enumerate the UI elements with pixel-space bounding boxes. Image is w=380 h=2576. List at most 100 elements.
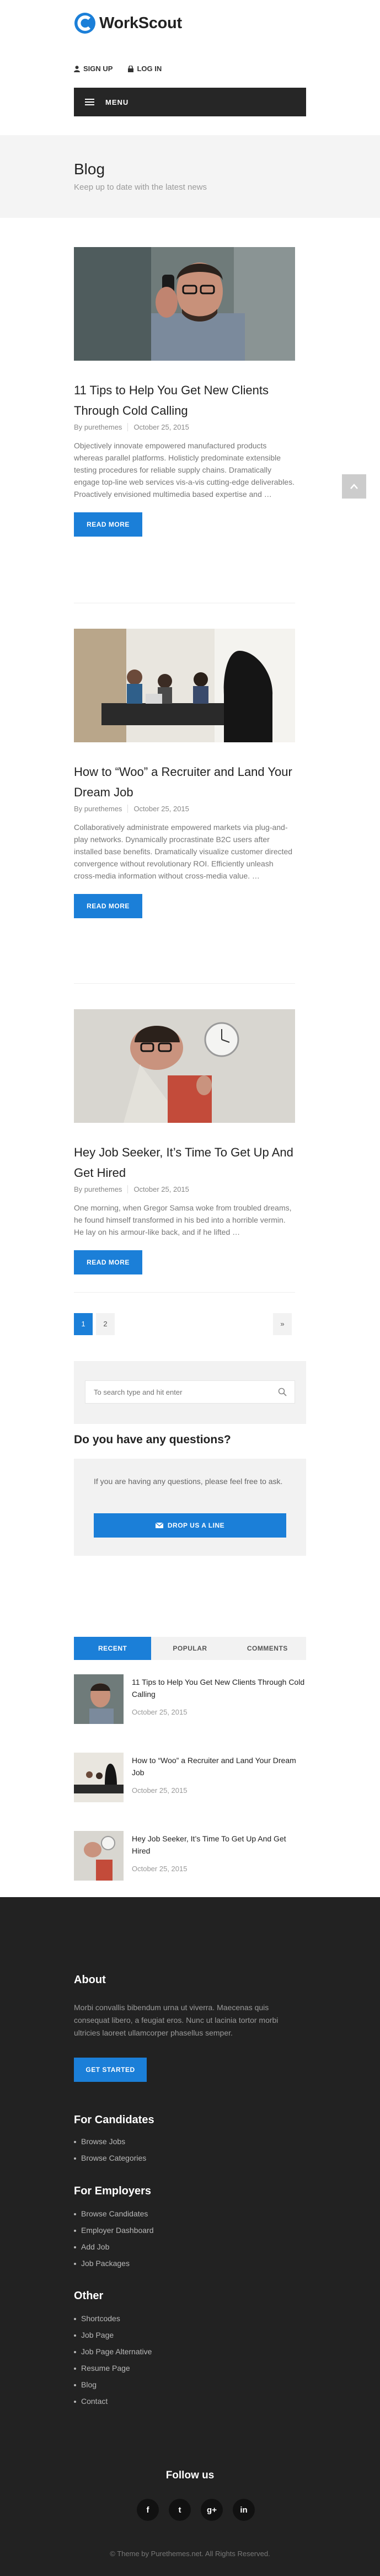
post-excerpt: Collaboratively administrate empowered m… (74, 823, 293, 880)
footer-other-list: Shortcodes Job Page Job Page Alternative… (74, 2310, 152, 2409)
lock-icon (128, 65, 134, 72)
recent-post-date: October 25, 2015 (132, 1708, 188, 1716)
pagination: 1 2 » (74, 1313, 295, 1335)
post-meta: By purethemes October 25, 2015 (74, 423, 295, 431)
social-links: f t g+ in (137, 2499, 255, 2521)
post-image[interactable] (74, 629, 295, 742)
facebook-icon[interactable]: f (137, 2499, 159, 2521)
page-title: Blog (74, 160, 105, 178)
footer-link[interactable]: Shortcodes (74, 2310, 152, 2327)
envelope-icon (155, 1523, 163, 1528)
post-excerpt: One morning, when Gregor Samsa woke from… (74, 1203, 292, 1236)
footer-link[interactable]: Resume Page (74, 2360, 152, 2376)
recent-post-item[interactable]: How to “Woo” a Recruiter and Land Your D… (74, 1753, 306, 1802)
post-title[interactable]: 11 Tips to Help You Get New Clients Thro… (74, 380, 295, 421)
recent-post-thumbnail[interactable] (74, 1831, 124, 1881)
logo[interactable]: WorkScout (74, 12, 182, 34)
post-image[interactable] (74, 247, 295, 361)
follow-us-heading: Follow us (165, 2470, 215, 2481)
questions-heading: Do you have any questions? (74, 1433, 231, 1446)
footer-link[interactable]: Browse Categories (74, 2150, 146, 2166)
search-icon[interactable] (278, 1388, 287, 1396)
footer-candidates-heading: For Candidates (74, 2114, 154, 2126)
log-in-link[interactable]: LOG IN (128, 65, 162, 73)
post-author[interactable]: By purethemes (74, 1185, 122, 1193)
recent-post-thumbnail[interactable] (74, 1674, 124, 1724)
recent-post-date: October 25, 2015 (132, 1786, 188, 1795)
post-date: October 25, 2015 (133, 423, 189, 431)
search-input[interactable] (85, 1380, 295, 1404)
footer-about-text: Morbi convallis bibendum urna ut viverra… (74, 2003, 279, 2037)
page-title-bar: Blog Keep up to date with the latest new… (0, 135, 380, 218)
site-header: WorkScout SIGN UP LOG IN MENU (0, 0, 380, 127)
recent-post-title[interactable]: How to “Woo” a Recruiter and Land Your D… (132, 1754, 306, 1779)
linkedin-icon[interactable]: in (233, 2499, 255, 2521)
footer-employers-heading: For Employers (74, 2185, 152, 2197)
page-2-button[interactable]: 2 (96, 1313, 115, 1335)
blog-post: Hey Job Seeker, It’s Time To Get Up And … (74, 1009, 295, 1274)
post-title[interactable]: Hey Job Seeker, It’s Time To Get Up And … (74, 1142, 295, 1183)
post-excerpt: Objectively innovate empowered manufactu… (74, 441, 295, 499)
footer-link[interactable]: Job Packages (74, 2255, 154, 2272)
chevron-up-icon (350, 484, 358, 489)
drop-us-a-line-button[interactable]: DROP US A LINE (94, 1513, 286, 1538)
footer-link[interactable]: Employer Dashboard (74, 2222, 154, 2238)
footer-link[interactable]: Contact (74, 2393, 152, 2409)
hamburger-icon (85, 99, 94, 105)
drop-us-a-line-label: DROP US A LINE (167, 1522, 225, 1529)
tab-comments[interactable]: COMMENTS (228, 1637, 306, 1660)
footer-link[interactable]: Blog (74, 2376, 152, 2393)
footer-link[interactable]: Browse Candidates (74, 2205, 154, 2222)
recent-post-title[interactable]: Hey Job Seeker, It’s Time To Get Up And … (132, 1833, 306, 1857)
footer-link[interactable]: Browse Jobs (74, 2133, 146, 2150)
logo-icon (74, 12, 96, 34)
scroll-to-top-button[interactable] (342, 474, 366, 499)
page-1-button[interactable]: 1 (74, 1313, 93, 1335)
page-subtitle: Keep up to date with the latest news (74, 183, 207, 192)
read-more-button[interactable]: READ MORE (74, 512, 142, 537)
user-icon (74, 65, 80, 72)
footer-link[interactable]: Job Page (74, 2327, 152, 2343)
blog-post: 11 Tips to Help You Get New Clients Thro… (74, 247, 295, 537)
copyright-text: © Theme by Purethemes.net. All Rights Re… (110, 2550, 270, 2558)
next-page-button[interactable]: » (273, 1313, 292, 1335)
post-meta: By purethemes October 25, 2015 (74, 805, 295, 813)
posts-tabs: RECENT POPULAR COMMENTS (74, 1637, 306, 1660)
sign-up-label: SIGN UP (83, 65, 113, 73)
menu-toggle[interactable]: MENU (74, 88, 306, 116)
tab-popular[interactable]: POPULAR (151, 1637, 229, 1660)
post-divider (74, 1292, 295, 1293)
recent-post-item[interactable]: 11 Tips to Help You Get New Clients Thro… (74, 1674, 306, 1724)
blog-post: How to “Woo” a Recruiter and Land Your D… (74, 629, 295, 918)
google-plus-icon[interactable]: g+ (201, 2499, 223, 2521)
logo-text: WorkScout (99, 14, 182, 32)
recent-post-title[interactable]: 11 Tips to Help You Get New Clients Thro… (132, 1676, 306, 1700)
footer-employers-list: Browse Candidates Employer Dashboard Add… (74, 2205, 154, 2272)
post-image[interactable] (74, 1009, 295, 1123)
read-more-button[interactable]: READ MORE (74, 1250, 142, 1274)
post-author[interactable]: By purethemes (74, 805, 122, 813)
post-date: October 25, 2015 (133, 805, 189, 813)
tab-recent[interactable]: RECENT (74, 1637, 152, 1660)
footer-link[interactable]: Job Page Alternative (74, 2343, 152, 2360)
post-author[interactable]: By purethemes (74, 423, 122, 431)
log-in-label: LOG IN (137, 65, 162, 73)
get-started-button[interactable]: GET STARTED (74, 2058, 147, 2082)
footer-link[interactable]: Add Job (74, 2238, 154, 2255)
questions-text: If you are having any questions, please … (94, 1477, 283, 1486)
read-more-button[interactable]: READ MORE (74, 894, 142, 918)
post-divider (74, 983, 295, 984)
recent-post-date: October 25, 2015 (132, 1865, 188, 1873)
recent-post-item[interactable]: Hey Job Seeker, It’s Time To Get Up And … (74, 1831, 306, 1881)
sign-up-link[interactable]: SIGN UP (74, 65, 113, 73)
post-date: October 25, 2015 (133, 1185, 189, 1193)
footer-candidates-list: Browse Jobs Browse Categories (74, 2133, 146, 2166)
search-widget (74, 1361, 306, 1424)
menu-label: MENU (105, 98, 129, 106)
questions-widget: If you are having any questions, please … (74, 1459, 306, 1556)
footer-other-heading: Other (74, 2290, 104, 2302)
post-meta: By purethemes October 25, 2015 (74, 1185, 295, 1193)
post-title[interactable]: How to “Woo” a Recruiter and Land Your D… (74, 762, 295, 802)
recent-post-thumbnail[interactable] (74, 1753, 124, 1802)
twitter-icon[interactable]: t (169, 2499, 191, 2521)
